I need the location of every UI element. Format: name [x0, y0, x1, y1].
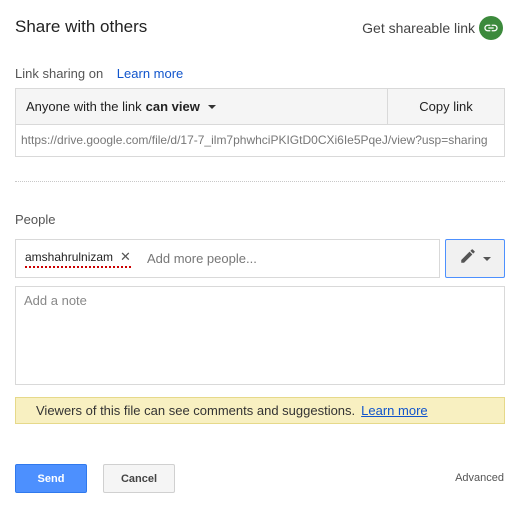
- access-level: can view: [145, 99, 200, 114]
- permission-dropdown[interactable]: [445, 239, 505, 278]
- copy-link-button[interactable]: Copy link: [388, 89, 504, 124]
- share-dialog: Share with others Get shareable link Lin…: [0, 0, 521, 513]
- get-shareable-link-button[interactable]: Get shareable link: [362, 16, 503, 40]
- link-icon: [479, 16, 503, 40]
- notice-learn-more-link[interactable]: Learn more: [361, 403, 427, 418]
- link-access-dropdown[interactable]: Anyone with the link can view: [16, 89, 388, 124]
- dialog-title: Share with others: [15, 17, 148, 36]
- notice-text: Viewers of this file can see comments an…: [36, 403, 356, 418]
- shareable-link-label: Get shareable link: [362, 20, 475, 36]
- person-chip: amshahrulnizam ✕: [25, 249, 131, 268]
- access-prefix: Anyone with the link: [26, 99, 142, 114]
- divider: [15, 181, 505, 182]
- advanced-link[interactable]: Advanced: [455, 472, 504, 484]
- people-input[interactable]: amshahrulnizam ✕ Add more people...: [15, 239, 440, 278]
- person-chip-name: amshahrulnizam: [25, 250, 114, 264]
- link-access-box: Anyone with the link can view Copy link: [15, 88, 505, 125]
- remove-icon[interactable]: ✕: [120, 249, 131, 265]
- caret-down-icon: [207, 104, 216, 109]
- cancel-button[interactable]: Cancel: [103, 464, 175, 493]
- caret-down-icon: [483, 256, 491, 261]
- link-sharing-row: Link sharing on Learn more: [15, 66, 183, 81]
- note-textarea[interactable]: Add a note: [15, 286, 505, 385]
- pencil-icon: [459, 247, 477, 270]
- send-button[interactable]: Send: [15, 464, 87, 493]
- share-url-field[interactable]: https://drive.google.com/file/d/17-7_ilm…: [15, 125, 505, 157]
- learn-more-link[interactable]: Learn more: [117, 66, 183, 81]
- add-people-placeholder[interactable]: Add more people...: [147, 251, 257, 266]
- link-sharing-label: Link sharing on: [15, 66, 104, 81]
- comments-notice: Viewers of this file can see comments an…: [15, 397, 505, 424]
- people-label: People: [15, 212, 56, 227]
